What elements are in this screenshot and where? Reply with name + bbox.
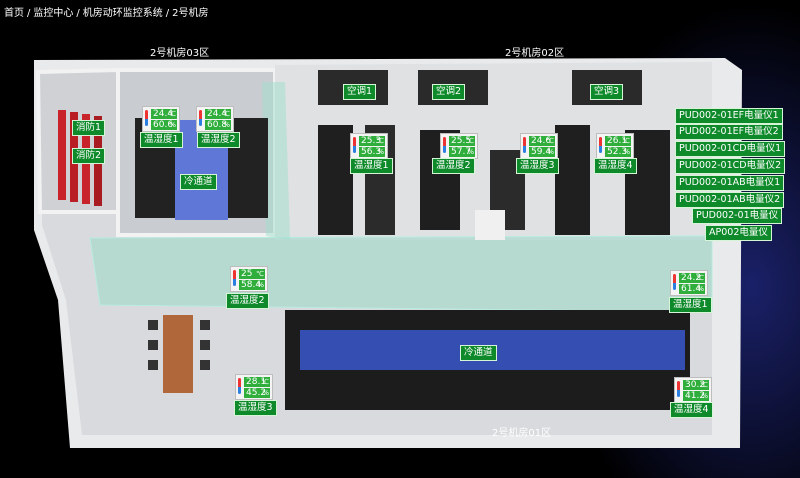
thermometer-icon	[233, 270, 236, 286]
sensor-z02-4-reading[interactable]: 26.1 ℃ 52.3%	[596, 133, 634, 159]
sensor-z03-1-reading[interactable]: 24.4 ℃ 60.6%	[142, 106, 180, 132]
sensor-z02-2-reading[interactable]: 25.5 ℃ 57.7%	[440, 133, 478, 159]
fire1-tag[interactable]: 消防1	[72, 120, 106, 136]
sensor-z01-4-label[interactable]: 温湿度4	[670, 402, 713, 418]
ac2-tag[interactable]: 空调2	[432, 84, 466, 100]
fire2-tag[interactable]: 消防2	[72, 148, 106, 164]
thermometer-icon	[353, 137, 356, 153]
thermometer-icon	[145, 110, 148, 126]
meter-ab2[interactable]: PUD002-01AB电量仪2	[675, 192, 785, 208]
meter-01[interactable]: PUD002-01电量仪	[692, 208, 783, 224]
thermometer-icon	[199, 110, 202, 126]
meter-cd2[interactable]: PUD002-01CD电量仪2	[675, 158, 786, 174]
sensor-z02-3-label[interactable]: 温湿度3	[516, 158, 559, 174]
sensor-z02-1-reading[interactable]: 25.3 ℃ 56.3%	[350, 133, 388, 159]
meter-ap002[interactable]: AP002电量仪	[705, 225, 772, 241]
thermometer-icon	[677, 381, 680, 397]
sensor-z02-2-label[interactable]: 温湿度2	[432, 158, 475, 174]
meter-cd1[interactable]: PUD002-01CD电量仪1	[675, 141, 786, 157]
meter-ab1[interactable]: PUD002-01AB电量仪1	[675, 175, 785, 191]
thermometer-icon	[599, 137, 602, 153]
sensor-z03-2-label[interactable]: 温湿度2	[197, 132, 240, 148]
sensor-z01-3-reading[interactable]: 28.1 ℃ 45.2%	[235, 374, 273, 400]
sensor-z02-3-reading[interactable]: 24.6 ℃ 59.4%	[520, 133, 558, 159]
zone02-label: 2号机房02区	[505, 48, 565, 59]
sensor-z01-3-label[interactable]: 温湿度3	[234, 400, 277, 416]
sensor-z02-4-label[interactable]: 温湿度4	[594, 158, 637, 174]
sensor-temp: 25	[241, 269, 253, 279]
sensor-z02-1-label[interactable]: 温湿度1	[350, 158, 393, 174]
sensor-z03-2-reading[interactable]: 24.4 ℃ 60.8%	[196, 106, 234, 132]
zone03-label: 2号机房03区	[150, 48, 210, 59]
zone01-label: 2号机房01区	[492, 428, 552, 439]
ac3-tag[interactable]: 空调3	[590, 84, 624, 100]
sensor-z03-1-label[interactable]: 温湿度1	[140, 132, 183, 148]
meter-ef1[interactable]: PUD002-01EF电量仪1	[675, 108, 783, 124]
sensor-z01-1-reading[interactable]: 24.2 ℃ 61.4%	[670, 270, 708, 296]
sensor-z01-2-label[interactable]: 温湿度2	[226, 293, 269, 309]
glass-partition	[89, 235, 713, 313]
cold-aisle-zone01-tag[interactable]: 冷通道	[460, 345, 497, 361]
sensor-z01-4-reading[interactable]: 30.2 ℃ 41.2%	[674, 377, 712, 403]
meter-ef2[interactable]: PUD002-01EF电量仪2	[675, 124, 783, 140]
cold-aisle-zone03-tag[interactable]: 冷通道	[180, 174, 217, 190]
thermometer-icon	[523, 137, 526, 153]
thermometer-icon	[673, 274, 676, 290]
ac1-tag[interactable]: 空调1	[343, 84, 377, 100]
sensor-z01-2-reading[interactable]: 25 ℃ 58.4%	[230, 266, 268, 292]
thermometer-icon	[443, 137, 446, 153]
thermometer-icon	[238, 378, 241, 394]
sensor-z01-1-label[interactable]: 温湿度1	[669, 297, 712, 313]
